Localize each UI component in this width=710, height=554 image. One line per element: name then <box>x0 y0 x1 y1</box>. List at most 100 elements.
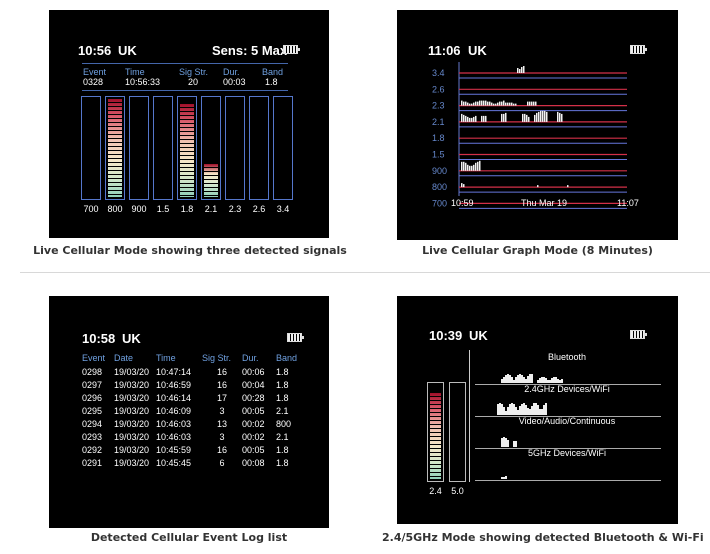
activity-spike <box>505 476 507 479</box>
log-cell: 10:45:59 <box>156 445 192 455</box>
y-tick-label: 1.5 <box>432 150 445 160</box>
log-row[interactable]: 0291 19/03/20 10:45:45 6 00:08 1.8 <box>82 457 306 470</box>
activity-spike <box>535 101 537 106</box>
activity-spike <box>495 103 497 106</box>
header-dur: Dur. <box>223 67 240 77</box>
log-cell: 0297 <box>82 380 103 390</box>
log-row[interactable]: 0297 19/03/20 10:46:59 16 00:04 1.8 <box>82 379 306 392</box>
activity-spike <box>542 110 544 122</box>
activity-spike <box>473 102 475 106</box>
activity-spike <box>477 161 479 171</box>
log-cell: 1.8 <box>276 393 289 403</box>
activity-spike <box>477 101 479 106</box>
activity-spike <box>475 115 477 122</box>
log-cell: 19/03/20 <box>114 458 150 468</box>
activity-spike <box>465 115 467 122</box>
activity-spike <box>505 112 507 122</box>
status-region: UK <box>469 328 488 343</box>
activity-spike <box>479 160 481 171</box>
log-cell: 00:04 <box>242 380 265 390</box>
log-cell: 00:28 <box>242 393 265 403</box>
activity-spike <box>469 103 471 106</box>
log-table: Event Date Time Sig Str. Dur. Band 0298 19/03/2… <box>82 353 306 470</box>
log-row[interactable]: 0296 19/03/20 10:46:14 17 00:28 1.8 <box>82 392 306 405</box>
activity-spike <box>467 164 469 171</box>
activity-spike <box>501 113 503 122</box>
activity-spike <box>531 374 533 383</box>
activity-spike <box>524 113 526 122</box>
activity-spike <box>481 115 483 122</box>
activity-spike <box>517 68 519 73</box>
event-log-table: Event Date Time Sig Str. Dur. Band 0298 19/03/2… <box>82 353 312 470</box>
activity-spike <box>485 100 487 106</box>
activity-spike <box>509 102 511 106</box>
log-cell: 0292 <box>82 445 103 455</box>
log-cell: 0293 <box>82 432 103 442</box>
sensitivity-label: Sens: 5 Max <box>212 43 288 58</box>
y-tick-label: 700 <box>432 198 447 208</box>
header-time: Time <box>125 67 145 77</box>
y-tick-label: 3.4 <box>432 68 445 78</box>
log-cell: 1.8 <box>276 458 289 468</box>
log-cell: 1.8 <box>276 445 289 455</box>
log-header-time: Time <box>156 353 176 363</box>
log-cell: 16 <box>216 445 227 455</box>
activity-spike <box>503 113 505 122</box>
activity-spike <box>469 117 471 122</box>
log-cell: 0291 <box>82 458 103 468</box>
divider <box>82 90 288 91</box>
channel-baseline <box>475 480 661 481</box>
divider <box>82 63 288 64</box>
log-cell: 800 <box>276 419 292 429</box>
activity-spike <box>511 102 513 106</box>
log-cell: 0294 <box>82 419 103 429</box>
signal-bar-2.6 <box>249 96 269 200</box>
log-cell: 1.8 <box>276 367 289 377</box>
meter-label-5.0: 5.0 <box>451 486 464 496</box>
activity-spike <box>561 113 563 122</box>
activity-spike <box>471 165 473 171</box>
activity-spike <box>475 101 477 106</box>
activity-spike <box>499 101 501 106</box>
y-tick-label: 2.3 <box>432 101 445 111</box>
log-row[interactable]: 0298 19/03/20 10:47:14 16 00:06 1.8 <box>82 366 306 379</box>
activity-spike <box>461 100 463 106</box>
log-row[interactable]: 0294 19/03/20 10:46:03 13 00:02 800 <box>82 418 306 431</box>
activity-spike <box>475 162 477 171</box>
activity-spike <box>538 111 540 122</box>
log-row[interactable]: 0293 19/03/20 10:46:03 3 00:02 2.1 <box>82 431 306 444</box>
activity-spike <box>469 165 471 171</box>
signal-bar-1.5 <box>153 96 173 200</box>
activity-spike <box>497 102 499 106</box>
log-header-dur: Dur. <box>242 353 259 363</box>
divider <box>20 272 710 273</box>
activity-spike <box>526 114 528 122</box>
log-cell: 16 <box>216 367 227 377</box>
channel-label: Bluetooth <box>547 352 587 362</box>
log-cell: 0295 <box>82 406 103 416</box>
log-cell: 10:46:03 <box>156 419 192 429</box>
log-header-event: Event <box>82 353 106 363</box>
channel-label: 2.4GHz Devices/WiFi <box>524 384 610 394</box>
y-tick-label: 900 <box>432 166 447 176</box>
activity-spike <box>537 185 539 188</box>
log-row[interactable]: 0295 19/03/20 10:46:09 3 00:05 2.1 <box>82 405 306 418</box>
log-row[interactable]: 0292 19/03/20 10:45:59 16 00:05 1.8 <box>82 444 306 457</box>
activity-spike <box>519 69 521 73</box>
activity-spike <box>461 183 463 188</box>
activity-spike <box>493 103 495 106</box>
activity-spike <box>465 101 467 106</box>
activity-spike <box>501 101 503 106</box>
x-start-label: 10:59 <box>451 198 474 208</box>
log-cell: 10:46:03 <box>156 432 192 442</box>
activity-spike <box>465 162 467 171</box>
caption-live-cellular: Live Cellular Mode showing three detecte… <box>33 244 347 257</box>
log-cell: 00:06 <box>242 367 265 377</box>
activity-spike <box>523 66 525 73</box>
activity-spike <box>544 110 546 122</box>
activity-spike <box>473 164 475 171</box>
log-cell: 3 <box>219 432 225 442</box>
activity-spike <box>479 100 481 106</box>
signal-level <box>180 104 194 197</box>
activity-spike <box>527 101 529 106</box>
